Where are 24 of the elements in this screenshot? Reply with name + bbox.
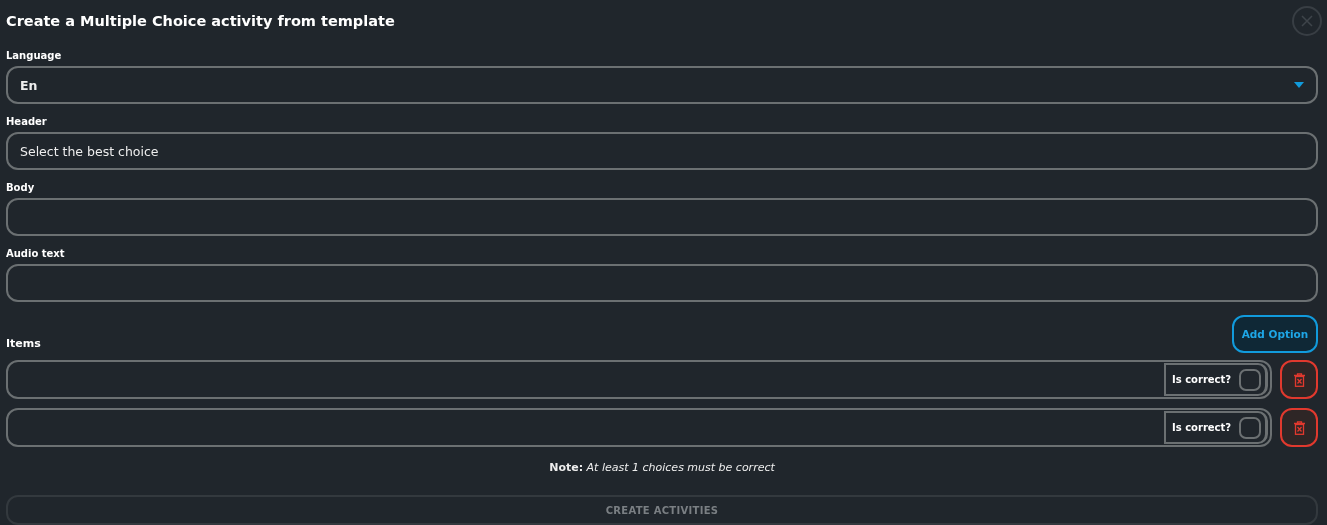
- trash-icon: [1293, 372, 1305, 387]
- field-label: Body: [6, 182, 36, 193]
- field-label: Header: [6, 116, 48, 127]
- text-field[interactable]: [6, 198, 1318, 236]
- text-field[interactable]: Select the best choice: [6, 132, 1318, 170]
- item-field[interactable]: Is correct?: [6, 408, 1272, 447]
- language-select[interactable]: En: [6, 66, 1318, 104]
- checkbox[interactable]: [1239, 416, 1261, 439]
- delete-button[interactable]: [1280, 408, 1318, 447]
- caret-icon: [1294, 82, 1304, 88]
- item-field[interactable]: Is correct?: [6, 360, 1272, 399]
- add-option-button[interactable]: Add Option: [1232, 315, 1318, 353]
- field-label: Language: [6, 50, 63, 61]
- close-icon: [1301, 15, 1313, 27]
- trash-icon: [1293, 420, 1305, 435]
- correct-label: Is correct?: [1172, 374, 1232, 385]
- text-field[interactable]: [6, 264, 1318, 302]
- correct-label: Is correct?: [1172, 422, 1232, 433]
- checkbox[interactable]: [1239, 368, 1261, 391]
- dialog-title: Create a Multiple Choice activity from template: [6, 13, 395, 29]
- delete-button[interactable]: [1280, 360, 1318, 399]
- note-text: Note: At least 1 choices must be correct: [548, 461, 776, 474]
- items-label: Items: [6, 337, 41, 350]
- field-label: Audio text: [6, 248, 66, 259]
